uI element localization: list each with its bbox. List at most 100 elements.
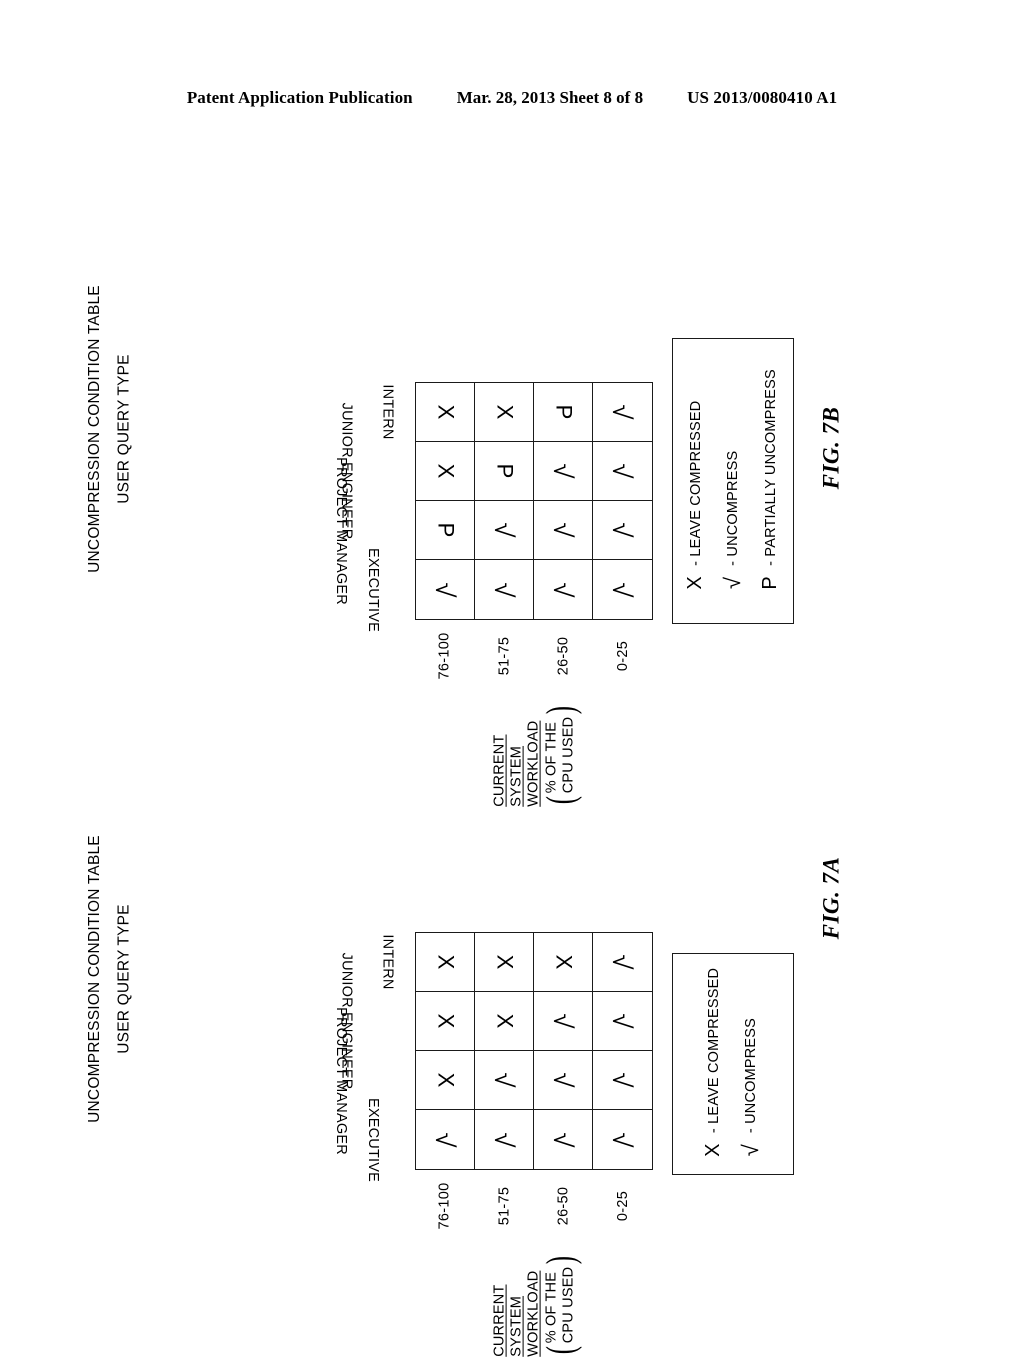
condition-grid-7a: X X X √ X X √ √ X √ √ √ √ √ √ √ [415, 932, 653, 1170]
column-label-text: 76-100 [436, 1182, 453, 1230]
figure-label-text: FIG. 7A [818, 856, 844, 940]
row-header-label: INTERN [379, 384, 396, 440]
condition-symbol: √ [489, 582, 519, 597]
condition-cell: P [475, 442, 534, 501]
legend-text: - UNCOMPRESS [725, 450, 741, 566]
column-label-51-75: 51-75 [475, 622, 535, 692]
condition-symbol: √ [489, 522, 519, 538]
condition-symbol: X [433, 954, 458, 970]
figure-label-text: FIG. 7B [818, 406, 844, 490]
condition-cell: X [416, 992, 475, 1051]
column-group-title-text: USER QUERY TYPE [115, 354, 133, 504]
condition-symbol: √ [430, 582, 460, 597]
axis-caption-line2: SYSTEM [508, 1295, 525, 1357]
condition-symbol: P [433, 522, 458, 538]
condition-cell: √ [416, 560, 475, 619]
figure-7b: UNCOMPRESSION CONDITION TABLE USER QUERY… [0, 150, 1024, 807]
column-label-76-100: 76-100 [415, 1172, 475, 1242]
column-label-text: 76-100 [436, 632, 453, 680]
legend-box-7a: X - LEAVE COMPRESSED √ - UNCOMPRESS [672, 953, 794, 1175]
condition-symbol: √ [489, 1072, 519, 1088]
condition-symbol: √ [607, 1013, 638, 1029]
column-group-title-text: USER QUERY TYPE [115, 904, 133, 1054]
column-label-0-25: 0-25 [594, 622, 654, 692]
patent-number: US 2013/0080410 A1 [687, 88, 838, 107]
legend-text: - LEAVE COMPRESSED [705, 967, 722, 1134]
condition-cell: √ [593, 1110, 652, 1169]
condition-symbol: √ [489, 1132, 519, 1147]
legend-text: - UNCOMPRESS [743, 1017, 759, 1134]
legend-box-7b: X - LEAVE COMPRESSED √ - UNCOMPRESS P - PARTI… [672, 338, 794, 624]
row-header-intern: INTERN [240, 382, 415, 442]
row-header-label: EXECUTIVE [365, 1098, 381, 1183]
column-label-text: 0-25 [615, 640, 632, 672]
condition-cell: X [475, 383, 534, 442]
condition-cell: √ [475, 501, 534, 560]
legend-entry: P - PARTIALLY UNCOMPRESS [759, 369, 782, 593]
condition-grid-7b: X X P √ X P √ √ P √ √ √ √ √ √ √ [415, 382, 653, 620]
condition-symbol: X [492, 954, 517, 970]
figure-label-7a: FIG. 7A [790, 857, 873, 940]
column-label-text: 51-75 [496, 1186, 513, 1226]
condition-symbol: √ [607, 404, 638, 420]
condition-cell: X [416, 383, 475, 442]
condition-cell: √ [593, 560, 652, 619]
legend-symbol: √ [738, 1144, 763, 1157]
condition-cell: X [534, 933, 593, 992]
axis-caption-paren-group: ( % OF THE CPU USED ) [537, 1253, 582, 1357]
column-label-0-25: 0-25 [594, 1172, 654, 1242]
column-label-text: 26-50 [555, 636, 572, 676]
column-labels-7b: 76-100 51-75 26-50 0-25 [415, 622, 653, 692]
condition-cell: √ [593, 501, 652, 560]
publication-date-sheet: Mar. 28, 2013 Sheet 8 of 8 [456, 88, 644, 107]
condition-symbol: X [433, 463, 458, 479]
legend-entry: X - LEAVE COMPRESSED [702, 968, 725, 1160]
figure-7a: UNCOMPRESSION CONDITION TABLE USER QUERY… [0, 700, 1024, 1357]
condition-cell: √ [475, 560, 534, 619]
condition-cell: X [475, 933, 534, 992]
column-group-title-7b: USER QUERY TYPE [0, 354, 270, 503]
row-header-project-manager: PROJECT MANAGER [240, 457, 415, 605]
axis-caption-line1: CURRENT [491, 1284, 508, 1357]
axis-caption-line3: WORKLOAD [525, 1270, 542, 1357]
row-header-project-manager: PROJECT MANAGER [240, 1007, 415, 1155]
condition-symbol: √ [548, 1072, 578, 1088]
row-header-executive: EXECUTIVE [240, 548, 415, 632]
legend-symbol: √ [720, 576, 745, 589]
condition-cell: √ [593, 1051, 652, 1110]
row-headers-7b: INTERN JUNIOR ENGINEER PROJECT MANAGER E… [240, 382, 415, 632]
row-header-executive: EXECUTIVE [240, 1098, 415, 1182]
condition-cell: √ [475, 1051, 534, 1110]
legend-symbol: X [702, 1143, 724, 1157]
condition-cell: √ [593, 442, 652, 501]
condition-cell: √ [534, 501, 593, 560]
condition-symbol: √ [548, 582, 578, 597]
legend-text: - PARTIALLY UNCOMPRESS [762, 369, 779, 566]
legend-entry: √ - UNCOMPRESS [720, 369, 746, 593]
condition-symbol: √ [607, 522, 638, 538]
condition-symbol: √ [548, 1013, 578, 1029]
legend-text: - LEAVE COMPRESSED [687, 400, 704, 566]
axis-caption-paren-line2: CPU USED [560, 1266, 577, 1344]
condition-symbol: √ [607, 954, 638, 970]
condition-cell: X [475, 992, 534, 1051]
patent-header: Patent Application Publication Mar. 28, … [0, 88, 1024, 108]
condition-cell: √ [416, 1110, 475, 1169]
condition-symbol: X [492, 404, 517, 420]
condition-symbol: X [433, 1013, 458, 1029]
condition-symbol: √ [548, 463, 578, 479]
condition-cell: √ [534, 560, 593, 619]
legend-entry: √ - UNCOMPRESS [738, 968, 764, 1160]
condition-symbol: √ [548, 1132, 578, 1147]
condition-symbol: √ [430, 1132, 460, 1147]
condition-symbol: √ [607, 463, 638, 479]
legend-symbol: P [759, 576, 781, 590]
row-header-label: EXECUTIVE [365, 548, 381, 633]
condition-cell: X [416, 442, 475, 501]
condition-symbol: P [492, 463, 517, 479]
column-label-26-50: 26-50 [534, 1172, 594, 1242]
condition-symbol: X [492, 1013, 517, 1029]
condition-symbol: X [433, 1072, 458, 1088]
condition-symbol: P [551, 404, 576, 420]
row-headers-7a: INTERN JUNIOR ENGINEER PROJECT MANAGER E… [240, 932, 415, 1182]
